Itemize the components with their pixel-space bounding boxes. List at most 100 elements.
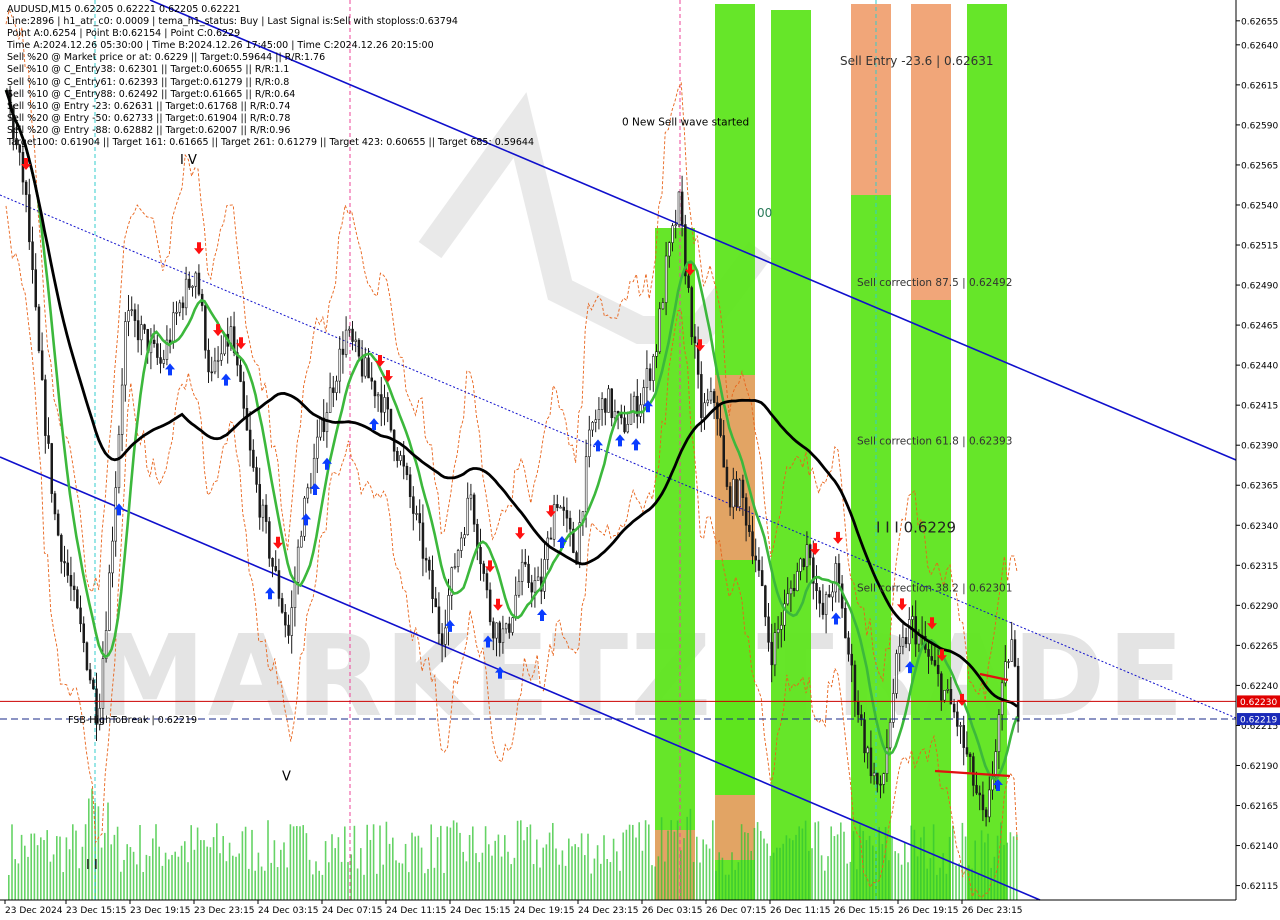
info-line: Sell %10 @ Entry -23: 0.62631 || Target:… [7,100,291,112]
volume-bar [203,840,205,900]
volume-bar [654,866,656,900]
candle-body [357,339,361,357]
candle-body [789,587,793,595]
candle-body [559,506,562,509]
volume-bar [779,847,781,900]
volume-bar [299,826,301,900]
volume-bar [750,850,752,900]
volume-bar [712,820,714,900]
candle-body [277,570,281,599]
volume-bar [504,835,506,900]
candle-body [837,563,841,585]
volume-bar [984,842,986,900]
info-line: Sell %20 @ Entry -88: 0.62882 || Target:… [7,124,291,136]
x-tick-label: 24 Dec 19:15 [514,906,575,916]
candle-body [725,466,729,487]
candle-body [655,351,658,357]
candle-body [546,537,549,560]
volume-bar [337,837,340,900]
candle-body [479,547,482,565]
volume-bar [139,825,141,900]
volume-bar [408,872,410,900]
volume-bar [609,862,612,900]
candle-body [316,436,319,459]
candle-body [776,628,780,634]
volume-bar [459,832,461,900]
candle-body [306,487,309,499]
volume-bar [532,864,535,900]
candle-body [124,321,127,386]
volume-bar [196,827,199,900]
x-tick-label: 26 Dec 03:15 [642,906,703,916]
volume-bar [737,862,740,900]
volume-bar [929,858,932,900]
volume-bar [283,842,285,900]
volume-bar [107,802,109,900]
volume-bar [932,824,935,900]
candle-body [680,191,684,225]
volume-bar [667,830,669,900]
chart-annotation: Sell Entry -23.6 | 0.62631 [840,54,994,68]
candle-body [1013,639,1017,667]
candle-body [757,559,761,571]
volume-bar [321,874,324,900]
volume-bar [228,842,231,900]
volume-bar [331,834,333,900]
volume-bar [792,840,794,900]
volume-bar [843,831,845,900]
volume-bar [420,847,423,900]
candle-body [930,656,933,661]
candle-body [524,561,527,565]
volume-bar [692,861,695,900]
candle-body [296,546,300,583]
candle-body [786,593,789,605]
candle-body [700,374,703,418]
y-tick-label: 0.62140 [1241,842,1278,852]
candle-body [261,504,265,518]
volume-bar [641,850,644,900]
candle-body [1016,665,1020,722]
candle-body [488,589,492,623]
volume-bar [254,870,256,900]
volume-bar [126,844,128,900]
candle-body [728,486,732,508]
volume-bar [916,856,919,900]
volume-bar [600,863,602,900]
candle-body [562,506,565,511]
y-tick-label: 0.62640 [1241,41,1278,51]
x-tick-label: 24 Dec 07:15 [322,906,383,916]
candle-body [872,772,876,777]
volume-bar [72,824,74,900]
volume-bar [907,862,909,900]
candle-body [402,455,405,467]
candle-body [376,394,380,397]
candle-body [741,479,745,498]
volume-bar [440,825,442,900]
candle-body [239,364,242,382]
candle-body [444,627,447,645]
candle-body [130,309,134,312]
candle-body [879,783,882,786]
candle-body [661,302,665,310]
candle-body [293,582,297,608]
volume-bar [846,863,848,900]
volume-bar [926,868,928,900]
candle-body [533,580,537,593]
candle-body [258,484,261,518]
candle-body [152,339,156,345]
candle-body [197,272,201,295]
candle-body [805,544,809,567]
volume-bar [724,874,727,900]
candle-body [732,478,735,508]
candle-body [632,395,636,412]
volume-bar [372,824,375,900]
volume-bar [8,874,10,900]
volume-bar [142,871,144,900]
y-tick-label: 0.62565 [1241,161,1278,171]
y-tick-label: 0.62190 [1241,762,1278,772]
candle-body [997,714,1001,752]
volume-bar [593,858,596,900]
candle-body [76,589,79,609]
volume-bar [363,874,365,900]
info-line: Line:2896 | h1_atr_c0: 0.0009 | tema_h1_… [7,16,458,28]
